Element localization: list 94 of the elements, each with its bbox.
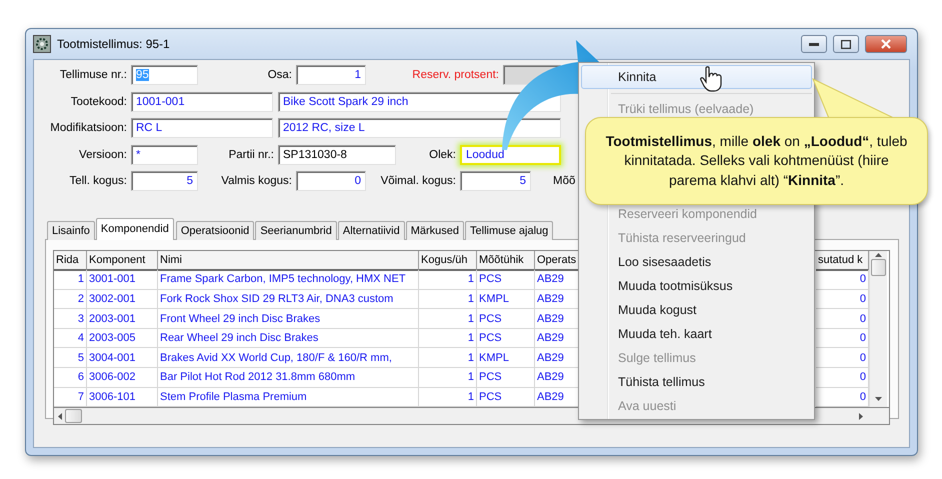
table-cell: Fork Rock Shox SID 29 RLT3 Air, DNA3 custom	[158, 290, 419, 310]
menu-item[interactable]: Tühista tellimus	[581, 370, 812, 394]
field-label: Olek:	[428, 148, 457, 161]
table-cell: 3002-001	[87, 290, 158, 310]
table-cell: 4	[54, 328, 87, 348]
column-header[interactable]: Komponent	[87, 250, 158, 270]
column-header[interactable]: Mõõtühik	[477, 250, 535, 270]
table-cell: Brakes Avid XX World Cup, 180/F & 160/R mm,	[158, 348, 419, 368]
table-cell: 1	[419, 309, 477, 329]
app-icon	[33, 35, 51, 53]
callout-text: Tootmistellimus, mille olek on „Loodud“, tuleb kinnitatada. Selleks vali kohtmenüüst (hiire parema klahvi alt) “Kinnita”.	[604, 132, 908, 190]
column-header[interactable]: sutatud k	[816, 250, 869, 270]
table-cell: 3001-001	[87, 270, 158, 290]
scroll-thumb[interactable]	[65, 409, 82, 424]
field-label: Tell. kogus:	[68, 175, 128, 188]
table-cell: PCS	[477, 328, 535, 348]
menu-item[interactable]: Kinnita	[581, 65, 812, 89]
tab[interactable]: Lisainfo	[47, 220, 95, 240]
input-field[interactable]: *	[131, 144, 198, 165]
table-cell: 6	[54, 368, 87, 388]
menu-item[interactable]: Muuda kogust	[581, 298, 812, 322]
table-cell: 3004-001	[87, 348, 158, 368]
field-label: Versioon:	[78, 148, 128, 161]
maximize-button[interactable]	[833, 35, 859, 53]
table-cell: Bar Pilot Hot Rod 2012 31.8mm 680mm	[158, 368, 419, 388]
table-cell: Rear Wheel 29 inch Disc Brakes	[158, 328, 419, 348]
field-label: Tellimuse nr.:	[58, 69, 128, 82]
window-title: Tootmistellimus: 95-1	[57, 37, 171, 51]
table-cell: PCS	[477, 270, 535, 290]
tab[interactable]: Operatsioonid	[176, 220, 254, 240]
table-cell: 5	[54, 348, 87, 368]
table-cell: 2	[54, 290, 87, 310]
input-field[interactable]: SP131030-8	[278, 144, 396, 165]
table-cell: Stem Profile Plasma Premium	[158, 388, 419, 408]
tab[interactable]: Seerianumbrid	[255, 220, 337, 240]
maximize-icon	[841, 40, 851, 48]
tab[interactable]: Märkused	[406, 220, 464, 240]
input-field[interactable]: 5	[460, 171, 531, 192]
menu-item[interactable]: Muuda tootmisüksus	[581, 274, 812, 298]
table-cell: 1	[419, 348, 477, 368]
table-cell: 7	[54, 388, 87, 408]
input-field[interactable]: 2012 RC, size L	[278, 118, 561, 138]
input-field[interactable]: RC L	[131, 118, 273, 138]
column-header[interactable]: Rida	[54, 250, 87, 270]
scroll-left-icon	[58, 412, 62, 420]
scroll-thumb[interactable]	[871, 258, 886, 276]
field-label: Modifikatsioon:	[49, 122, 128, 134]
vertical-scrollbar[interactable]	[869, 250, 887, 408]
table-cell: PCS	[477, 368, 535, 388]
input-field[interactable]: 1001-001	[131, 92, 273, 112]
input-field[interactable]: 5	[131, 171, 198, 192]
hand-cursor-icon	[700, 66, 722, 92]
input-field[interactable]: 0	[296, 171, 366, 192]
table-cell: Front Wheel 29 inch Disc Brakes	[158, 309, 419, 329]
tab[interactable]: Tellimuse ajalug	[465, 220, 554, 240]
field-label: Reserv. protsent:	[411, 69, 500, 82]
scroll-up-icon	[875, 252, 882, 256]
close-button[interactable]	[865, 35, 907, 53]
table-cell: KMPL	[477, 290, 535, 310]
tab[interactable]: Alternatiivid	[338, 220, 405, 240]
table-cell: Frame Spark Carbon, IMP5 technology, HMX NET	[158, 270, 419, 290]
column-header[interactable]: Nimi	[158, 250, 419, 270]
table-cell: 1	[419, 270, 477, 290]
table-cell: PCS	[477, 309, 535, 329]
close-icon	[881, 39, 891, 49]
scroll-down-icon	[875, 397, 882, 402]
field-label: Tootekood:	[70, 96, 128, 108]
column-header[interactable]: Kogus/üh	[419, 250, 477, 270]
table-cell: 1	[419, 388, 477, 408]
column-header[interactable]: Operats	[535, 250, 579, 270]
table-cell: KMPL	[477, 348, 535, 368]
table-cell: 3006-002	[87, 368, 158, 388]
table-cell: PCS	[477, 388, 535, 408]
table-cell: 2003-001	[87, 309, 158, 329]
table-cell: 3	[54, 309, 87, 329]
scroll-right-icon	[859, 412, 863, 420]
field-label: Osa:	[266, 69, 293, 82]
field-label: Mõõ	[553, 175, 576, 188]
field-label: Valmis kogus:	[220, 175, 293, 188]
table-cell: 3006-101	[87, 388, 158, 408]
table-cell: 1	[419, 290, 477, 310]
input-field[interactable]: 1	[296, 65, 366, 86]
menu-item[interactable]: Loo sisesaadetis	[581, 250, 812, 274]
table-cell: 1	[419, 328, 477, 348]
menu-item[interactable]: Muuda teh. kaart	[581, 322, 812, 346]
tab[interactable]: Komponendid	[96, 218, 174, 240]
minimize-icon	[809, 42, 819, 46]
field-label: Partii nr.:	[228, 148, 275, 161]
minimize-button[interactable]	[801, 35, 827, 53]
field-label: Võimal. kogus:	[380, 175, 457, 188]
input-field[interactable]: Loodud	[460, 144, 561, 165]
table-cell: 1	[419, 368, 477, 388]
table-cell: 1	[54, 270, 87, 290]
table-cell: 2003-005	[87, 328, 158, 348]
